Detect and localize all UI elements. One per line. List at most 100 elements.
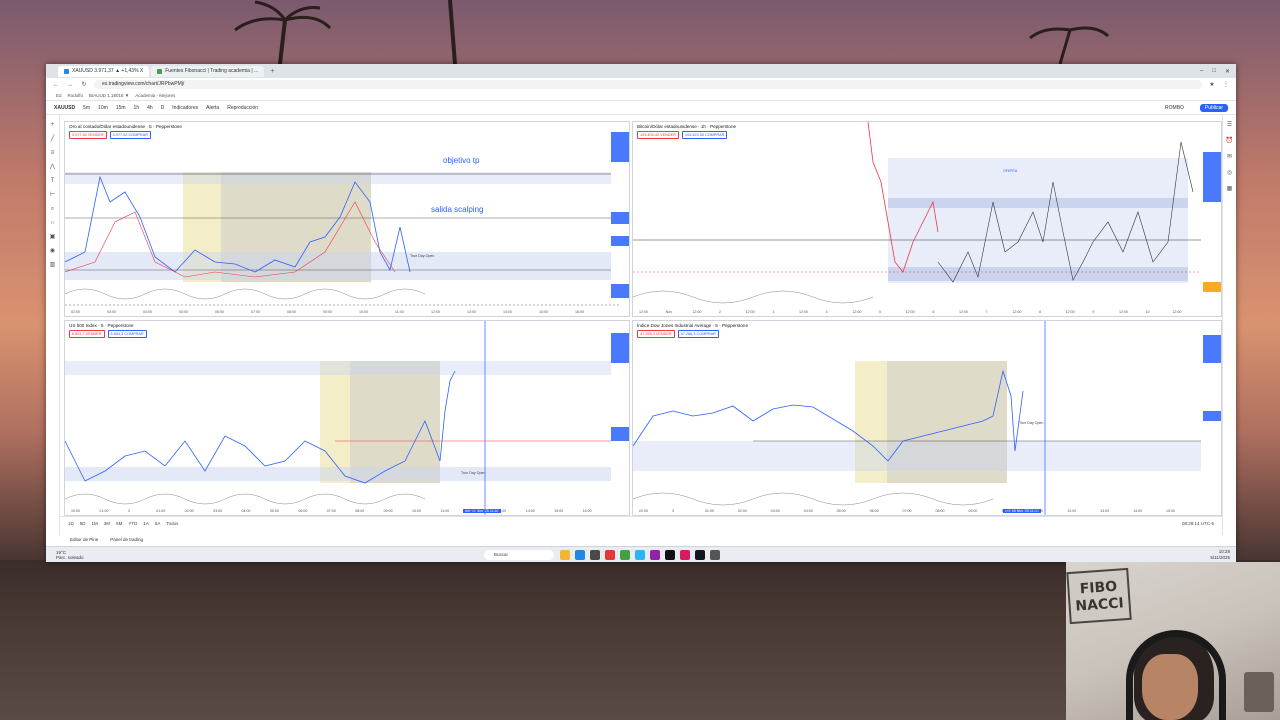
toolbar-item[interactable]: 15m xyxy=(116,105,126,111)
eye-icon[interactable]: ◉ xyxy=(49,247,57,255)
sell-button[interactable]: 6.803,7 VENDER xyxy=(69,330,105,338)
range-button[interactable]: 1D xyxy=(68,521,74,526)
close-icon[interactable]: ✕ xyxy=(1225,68,1230,75)
weather-widget[interactable]: 19°C Parc. soleado xyxy=(56,550,84,560)
tab-pine-editor[interactable]: Editor de Pine xyxy=(70,537,98,542)
annotation-scalping[interactable]: salida scalping xyxy=(431,205,483,214)
reload-icon[interactable]: ↻ xyxy=(80,81,88,88)
pattern-icon[interactable]: ⋀ xyxy=(49,163,57,171)
forward-icon[interactable]: → xyxy=(66,82,74,88)
zoom-icon[interactable]: ⌕ xyxy=(49,205,57,213)
tab-label: XAUUSD 3.971,37 ▲ +1,43% X xyxy=(72,67,144,74)
bookmark-star-icon[interactable]: ★ xyxy=(1208,81,1216,88)
chart-spx[interactable]: US 500 Index · 5 · Pepperstone 6.803,7 V… xyxy=(64,320,630,516)
chart-clock[interactable]: 08:28:14 UTC-5 xyxy=(1182,521,1214,526)
chart-btc[interactable]: Bitcoin/Dólar estadounidense · 1h · Pepp… xyxy=(632,121,1222,317)
time-axis-label: 06:00 xyxy=(298,509,308,513)
browser-tab[interactable]: Fuentes Fibonacci | Trading academia | .… xyxy=(151,65,265,77)
ideas-icon[interactable]: ◎ xyxy=(1226,169,1234,177)
price-boxes: 6.803,7 VENDER 6.804,3 COMPRAR xyxy=(69,330,147,338)
store-icon[interactable] xyxy=(590,550,600,560)
buy-button[interactable]: 47.266,3 COMPRAR xyxy=(677,330,719,338)
time-axis-label: 06:00 xyxy=(215,310,224,314)
sell-button[interactable]: 103.405,40 VENDER xyxy=(637,131,679,139)
publish-button[interactable]: Publicar xyxy=(1199,103,1228,112)
browser-tab-active[interactable]: XAUUSD 3.971,37 ▲ +1,43% X xyxy=(58,65,150,77)
chat-icon[interactable]: ✉ xyxy=(1226,153,1234,161)
chart-title: Oro al contado/Dólar estadounidense · 5 … xyxy=(69,124,182,129)
fib-icon[interactable]: ≡ xyxy=(49,149,57,157)
maximize-icon[interactable]: □ xyxy=(1212,68,1216,75)
minimize-icon[interactable]: – xyxy=(1200,68,1203,75)
range-button[interactable]: 3M xyxy=(104,521,110,526)
system-tray[interactable]: 10:28 5/11/2025 xyxy=(1210,549,1230,561)
tradingview-icon[interactable] xyxy=(695,550,705,560)
layout-name[interactable]: ROMBO xyxy=(1165,105,1184,111)
sell-button[interactable]: 3.977,30 VENDER xyxy=(69,131,107,139)
annotation-tp[interactable]: objetivo tp xyxy=(443,156,479,165)
magnet-icon[interactable]: ∩ xyxy=(49,219,57,227)
chart-title: US 500 Index · 5 · Pepperstone xyxy=(69,323,134,328)
interval-button[interactable]: 5m xyxy=(83,105,90,111)
chart-gold[interactable]: Oro al contado/Dólar estadounidense · 5 … xyxy=(64,121,630,317)
bookmark-item[interactable]: Rodolfo xyxy=(68,93,84,98)
price-boxes: 3.977,30 VENDER 3.977,52 COMPRAR xyxy=(69,131,151,139)
trash-icon[interactable]: ▥ xyxy=(49,261,57,269)
time-axis-label: 04:00 xyxy=(143,310,152,314)
extensions-icon[interactable]: ⋮ xyxy=(1222,81,1230,88)
range-button[interactable]: 5A xyxy=(155,521,161,526)
crosshair-icon[interactable]: + xyxy=(49,121,57,129)
buy-button[interactable]: 103.423,35 COMPRAR xyxy=(681,131,728,139)
chrome-icon[interactable] xyxy=(605,550,615,560)
range-button[interactable]: 1A xyxy=(143,521,149,526)
obs-icon[interactable] xyxy=(710,550,720,560)
true-day-open-label: True Day Open xyxy=(410,254,435,258)
time-axis-label: 05:00 xyxy=(836,509,846,513)
trendline-icon[interactable]: ╱ xyxy=(49,135,57,143)
address-bar: ← → ↻ es.tradingview.com/chart/JRPbwPMj/… xyxy=(46,78,1236,91)
time-axis-label: 04:00 xyxy=(803,509,813,513)
tab-trading-panel[interactable]: Panel de trading xyxy=(110,537,143,542)
new-tab-icon[interactable]: + xyxy=(266,68,278,75)
alert-button[interactable]: Alerta xyxy=(206,105,219,111)
alerts-icon[interactable]: ⏰ xyxy=(1226,137,1234,145)
indicators-button[interactable]: Indicadores xyxy=(172,105,198,111)
price-boxes: 103.405,40 VENDER 103.423,35 COMPRAR xyxy=(637,131,728,139)
buy-button[interactable]: 6.804,3 COMPRAR xyxy=(107,330,147,338)
toolbar-item[interactable]: 10m xyxy=(98,105,108,111)
range-button[interactable]: 5D xyxy=(80,521,86,526)
bookmark-item[interactable]: Ed xyxy=(56,93,62,98)
time-axis-label: 3 xyxy=(127,509,130,513)
replay-button[interactable]: Reproducción xyxy=(227,105,258,111)
url-input[interactable]: es.tradingview.com/chart/JRPbwPMj/ xyxy=(94,80,1202,89)
app-icon[interactable] xyxy=(650,550,660,560)
range-button[interactable]: Todos xyxy=(166,521,178,526)
watchlist-icon[interactable]: ☰ xyxy=(1226,121,1234,129)
back-icon[interactable]: ← xyxy=(52,82,60,88)
text-icon[interactable]: T xyxy=(49,177,57,185)
whatsapp-icon[interactable] xyxy=(620,550,630,560)
tiktok-icon[interactable] xyxy=(665,550,675,560)
calendar-icon[interactable]: ▦ xyxy=(1226,185,1234,193)
range-button[interactable]: 1M xyxy=(92,521,98,526)
range-button[interactable]: YTD xyxy=(128,521,137,526)
tradingview-toolbar: XAUUSD 5m 10m 15m 1h 4h D Indicadores Al… xyxy=(46,101,1236,115)
sell-button[interactable]: 47.258,3 VENDER xyxy=(637,330,675,338)
bookmark-item[interactable]: Academia - Mejores xyxy=(135,93,175,98)
symbol-search[interactable]: XAUUSD xyxy=(54,105,75,111)
toolbar-item[interactable]: 1h xyxy=(134,105,140,111)
lock-icon[interactable]: ▣ xyxy=(49,233,57,241)
edge-icon[interactable] xyxy=(575,550,585,560)
bookmark-item[interactable]: BIAUUD 1.18016 ▼ xyxy=(89,93,129,98)
buy-button[interactable]: 3.977,52 COMPRAR xyxy=(109,131,151,139)
chart-dji[interactable]: Índice Dow Jones Industrial Average · 5 … xyxy=(632,320,1222,516)
instagram-icon[interactable] xyxy=(680,550,690,560)
file-explorer-icon[interactable] xyxy=(560,550,570,560)
range-button[interactable]: 6M xyxy=(116,521,122,526)
time-axis-label: 12:00 xyxy=(468,509,478,513)
toolbar-item[interactable]: D xyxy=(161,105,165,111)
telegram-icon[interactable] xyxy=(635,550,645,560)
measure-icon[interactable]: ⊢ xyxy=(49,191,57,199)
taskbar-search[interactable]: Buscar xyxy=(484,550,554,560)
toolbar-item[interactable]: 4h xyxy=(147,105,153,111)
